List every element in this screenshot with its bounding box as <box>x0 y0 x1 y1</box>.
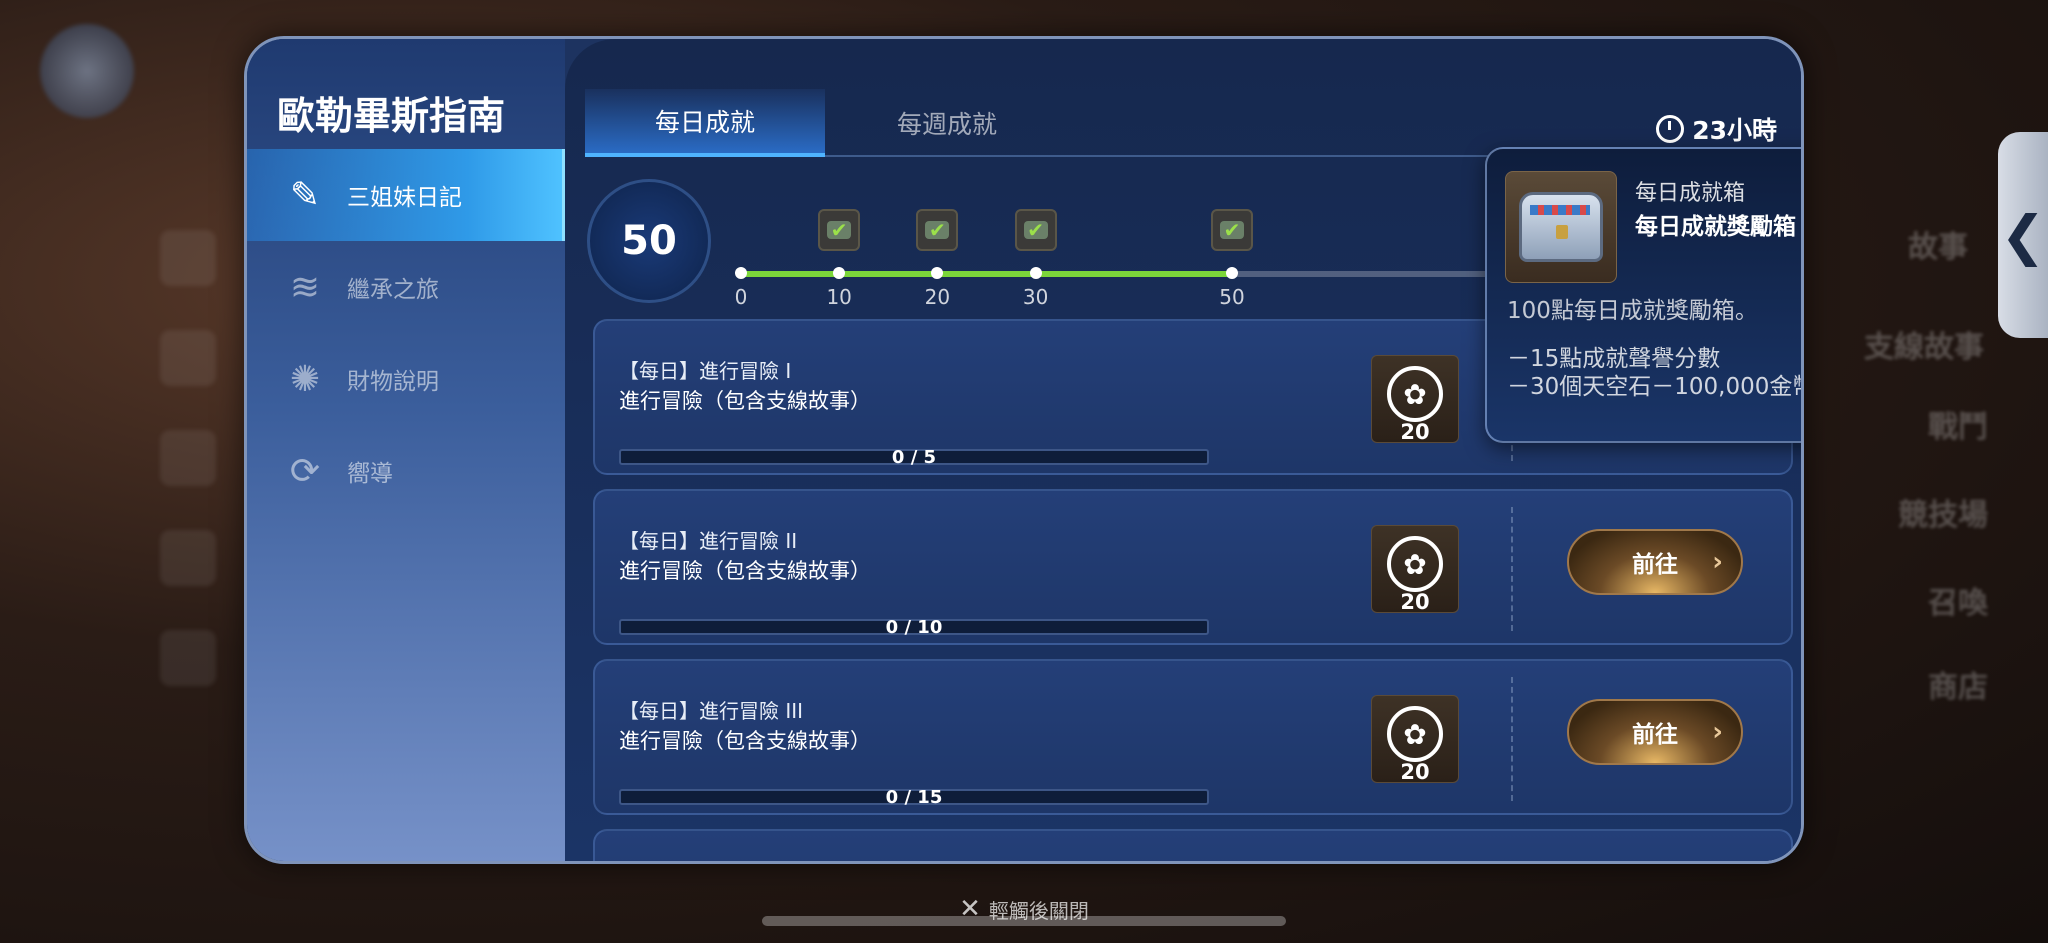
task-progress-text: 0 / 5 <box>891 447 937 468</box>
timer-text: 23小時 <box>1692 116 1777 145</box>
milestone-label: 10 <box>826 285 852 309</box>
progress-fill <box>741 271 1232 277</box>
panel-title: 歐勒畢斯指南 <box>277 94 506 138</box>
sidebar-item-sisters-diary[interactable]: ✎ 三姐妹日記 <box>247 149 565 241</box>
milestone-chest-icon[interactable] <box>1014 209 1057 251</box>
claw-icon: ≋ <box>289 266 321 308</box>
task-title: 【每日】進行冒險 II <box>619 529 798 553</box>
bg-menu-summon: 召喚 <box>1928 586 1988 621</box>
task-progress-bar: 0 / 5 <box>619 447 1209 468</box>
milestone-dot <box>1226 267 1238 279</box>
milestone-label: 0 <box>734 285 748 309</box>
guide-panel: 歐勒畢斯指南 ✎ 三姐妹日記 ≋ 繼承之旅 ✺ 財物說明 ⟳ 嚮導 每日成就 每… <box>244 36 1804 864</box>
reward-count: 20 <box>1400 590 1430 614</box>
reset-timer: 23小時 <box>1656 111 1777 147</box>
divider <box>1511 507 1513 631</box>
reward-count: 20 <box>1400 420 1430 444</box>
bg-menu-story: 故事 <box>1908 230 1968 265</box>
milestone-dot <box>1029 267 1042 279</box>
chest-icon <box>1505 171 1617 283</box>
bg-menu-icon <box>160 530 216 586</box>
reward-slot[interactable]: ✿ 20 <box>1371 525 1459 614</box>
tooltip-type: 每日成就箱 <box>1635 181 1746 206</box>
diary-icon: ✎ <box>289 174 321 216</box>
milestone-chest-icon[interactable] <box>818 209 861 251</box>
go-button-label: 前往 <box>1632 722 1678 748</box>
task-title: 【每日】進行冒險 III <box>619 699 804 723</box>
stopwatch-icon <box>1656 115 1685 143</box>
tab-daily[interactable]: 每日成就 <box>585 89 825 157</box>
reward-slot[interactable]: ✿ 20 <box>1371 695 1459 784</box>
reward-tooltip: 每日成就箱 每日成就獎勵箱 100點每日成就獎勵箱。 －15點成就聲譽分數 －3… <box>1485 147 1804 443</box>
milestone-chest-icon[interactable] <box>916 209 959 251</box>
milestone-label: 30 <box>1022 285 1049 309</box>
bg-menu-icon <box>160 330 216 386</box>
sidebar-item-label: 財物說明 <box>347 369 439 395</box>
sidebar-item-guide[interactable]: ⟳ 嚮導 <box>247 425 565 517</box>
tab-weekly[interactable]: 每週成就 <box>827 89 1067 157</box>
tooltip-name: 每日成就獎勵箱 <box>1635 214 1796 240</box>
task-row: 【每日】進行冒險 III 進行冒險（包含支線故事） 0 / 15 ✿ 20 前往… <box>593 659 1793 815</box>
bg-menu-icon <box>160 430 216 486</box>
reward-count: 20 <box>1400 760 1430 784</box>
points-value: 50 <box>621 218 677 264</box>
milestone-label: 20 <box>924 285 951 309</box>
go-button[interactable]: 前往 › <box>1567 699 1743 765</box>
achievement-point-icon: ✿ <box>1387 706 1443 762</box>
bg-menu-side-story: 支線故事 <box>1864 330 1984 365</box>
points-badge: 50 <box>587 179 711 303</box>
task-progress-bar: 0 / 15 <box>619 787 1209 808</box>
task-row <box>593 829 1793 861</box>
treasure-icon: ✺ <box>289 358 321 400</box>
chevron-right-icon: › <box>1712 717 1723 747</box>
home-indicator[interactable] <box>762 916 1286 926</box>
milestone-dot <box>833 267 846 279</box>
chevron-left-icon: ❮ <box>2000 203 2046 267</box>
milestone-label: 50 <box>1219 285 1245 309</box>
sidebar-item-treasure-guide[interactable]: ✺ 財物說明 <box>247 333 565 425</box>
bg-menu-arena: 競技場 <box>1898 498 1988 533</box>
task-progress-text: 0 / 15 <box>885 787 943 808</box>
task-desc: 進行冒險（包含支線故事） <box>619 389 871 413</box>
go-button-label: 前往 <box>1632 552 1678 578</box>
tooltip-desc: 100點每日成就獎勵箱。 <box>1507 298 1758 324</box>
task-row: 【每日】進行冒險 II 進行冒險（包含支線故事） 0 / 10 ✿ 20 前往 … <box>593 489 1793 645</box>
compass-icon: ⟳ <box>289 450 321 492</box>
task-desc: 進行冒險（包含支線故事） <box>619 729 871 753</box>
bg-menu-icon <box>160 230 216 286</box>
milestone-dot <box>931 267 944 279</box>
task-progress-bar: 0 / 10 <box>619 617 1209 638</box>
task-desc: 進行冒險（包含支線故事） <box>619 559 871 583</box>
achievement-point-icon: ✿ <box>1387 366 1443 422</box>
task-title: 【每日】進行冒險 I <box>619 359 792 383</box>
reward-slot[interactable]: ✿ 20 <box>1371 355 1459 444</box>
milestone-dot <box>735 267 747 279</box>
bg-menu-shop: 商店 <box>1928 670 1988 705</box>
chevron-right-icon: › <box>1712 547 1723 577</box>
bg-menu-battle: 戰鬥 <box>1928 410 1988 445</box>
sidebar-item-inheritance-journey[interactable]: ≋ 繼承之旅 <box>247 241 565 333</box>
milestone-chest-icon[interactable] <box>1211 209 1253 251</box>
achievement-point-icon: ✿ <box>1387 536 1443 592</box>
player-avatar <box>40 24 134 118</box>
sidebar-item-label: 繼承之旅 <box>347 277 439 303</box>
divider <box>1511 677 1513 801</box>
go-button[interactable]: 前往 › <box>1567 529 1743 595</box>
tooltip-reward-line: －30個天空石－100,000金幣 <box>1507 374 1804 400</box>
sidebar-item-label: 三姐妹日記 <box>347 185 462 211</box>
guide-sidebar: 歐勒畢斯指南 ✎ 三姐妹日記 ≋ 繼承之旅 ✺ 財物說明 ⟳ 嚮導 <box>247 39 565 861</box>
task-progress-text: 0 / 10 <box>885 617 943 638</box>
side-expand-tab[interactable]: ❮ <box>1998 132 2048 338</box>
sidebar-item-label: 嚮導 <box>347 461 393 487</box>
bg-menu-icon <box>160 630 216 686</box>
